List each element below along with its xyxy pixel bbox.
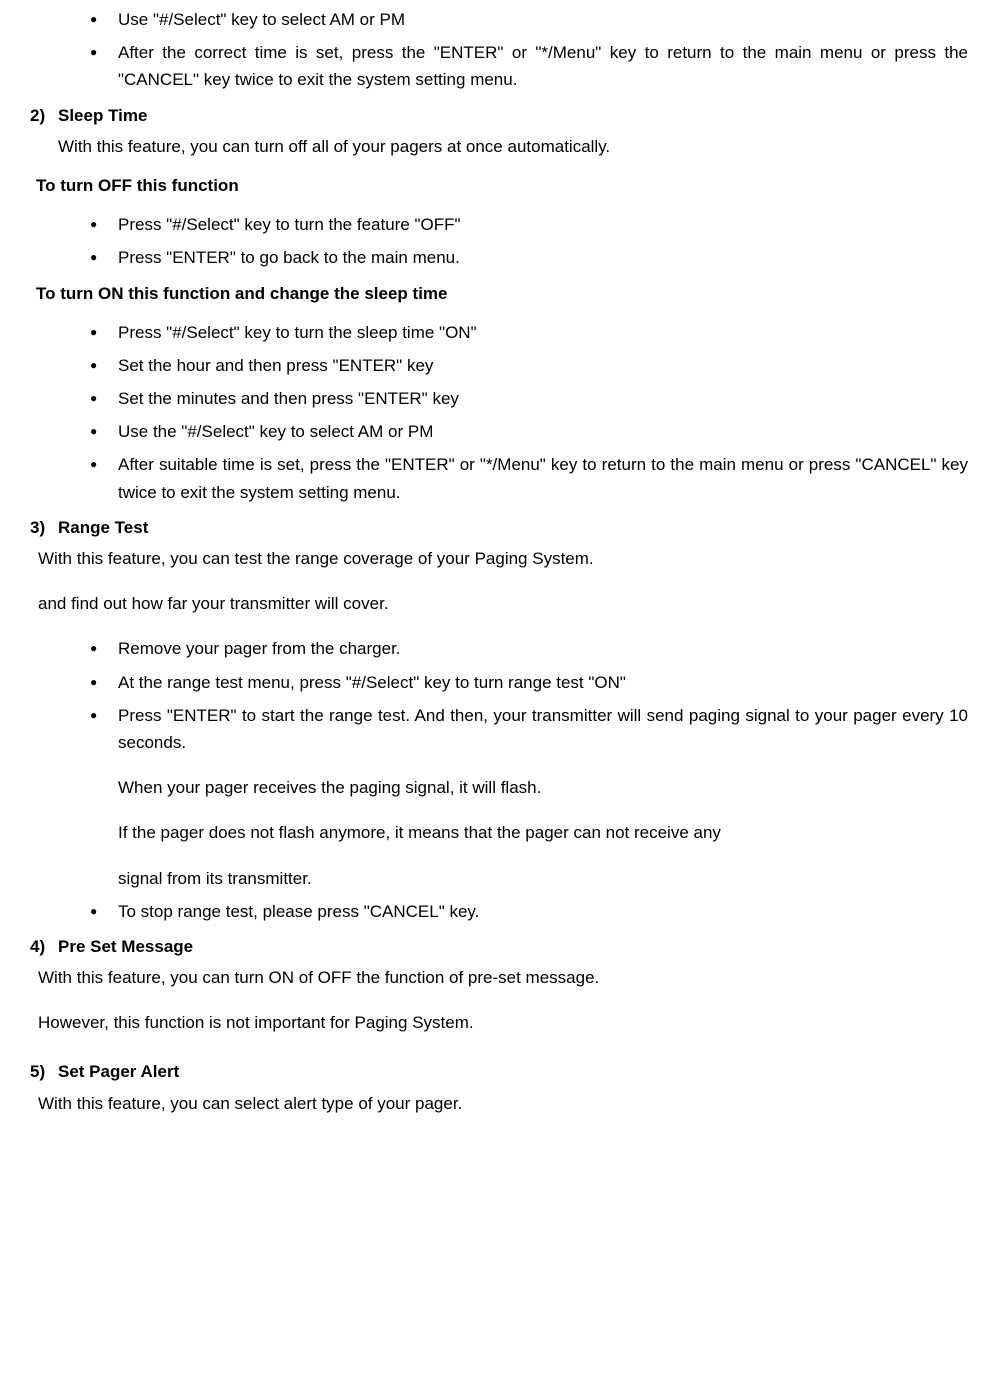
section-intro: With this feature, you can select alert … bbox=[38, 1090, 968, 1117]
range-test-bullet-list: Remove your pager from the charger. At t… bbox=[30, 635, 968, 925]
document-page: Use "#/Select" key to select AM or PM Af… bbox=[0, 6, 998, 1151]
section-number: 4) bbox=[30, 933, 58, 960]
section-title: Pre Set Message bbox=[58, 937, 193, 956]
section-title: Set Pager Alert bbox=[58, 1062, 179, 1081]
list-item: Set the minutes and then press "ENTER" k… bbox=[90, 385, 968, 412]
list-item: Remove your pager from the charger. bbox=[90, 635, 968, 662]
list-item-extra: signal from its transmitter. bbox=[118, 865, 968, 892]
section-intro: However, this function is not important … bbox=[38, 1009, 968, 1036]
section-intro: With this feature, you can test the rang… bbox=[38, 545, 968, 572]
top-bullet-list: Use "#/Select" key to select AM or PM Af… bbox=[30, 6, 968, 94]
section-heading-preset-message: 4)Pre Set Message bbox=[30, 933, 968, 960]
section-title: Sleep Time bbox=[58, 106, 147, 125]
list-item-extra: If the pager does not flash anymore, it … bbox=[118, 819, 968, 846]
turn-off-bullet-list: Press "#/Select" key to turn the feature… bbox=[30, 211, 968, 271]
list-item: To stop range test, please press "CANCEL… bbox=[90, 898, 968, 925]
list-item: After the correct time is set, press the… bbox=[90, 39, 968, 93]
subheading-turn-on: To turn ON this function and change the … bbox=[36, 280, 968, 307]
list-item: Press "#/Select" key to turn the feature… bbox=[90, 211, 968, 238]
list-item: Set the hour and then press "ENTER" key bbox=[90, 352, 968, 379]
list-item: Use "#/Select" key to select AM or PM bbox=[90, 6, 968, 33]
section-intro: With this feature, you can turn ON of OF… bbox=[38, 964, 968, 991]
section-heading-range-test: 3)Range Test bbox=[30, 514, 968, 541]
section-intro: and find out how far your transmitter wi… bbox=[38, 590, 968, 617]
list-item: Press "#/Select" key to turn the sleep t… bbox=[90, 319, 968, 346]
list-item-text: Press "ENTER" to start the range test. A… bbox=[118, 706, 968, 752]
section-intro: With this feature, you can turn off all … bbox=[58, 133, 968, 160]
list-item: After suitable time is set, press the "E… bbox=[90, 451, 968, 505]
list-item: Press "ENTER" to start the range test. A… bbox=[90, 702, 968, 892]
list-item: At the range test menu, press "#/Select"… bbox=[90, 669, 968, 696]
section-number: 5) bbox=[30, 1058, 58, 1085]
section-title: Range Test bbox=[58, 518, 148, 537]
turn-on-bullet-list: Press "#/Select" key to turn the sleep t… bbox=[30, 319, 968, 506]
section-heading-sleep-time: 2)Sleep Time bbox=[30, 102, 968, 129]
list-item-extra: When your pager receives the paging sign… bbox=[118, 774, 968, 801]
subheading-turn-off: To turn OFF this function bbox=[36, 172, 968, 199]
list-item: Use the "#/Select" key to select AM or P… bbox=[90, 418, 968, 445]
list-item: Press "ENTER" to go back to the main men… bbox=[90, 244, 968, 271]
section-heading-set-pager-alert: 5)Set Pager Alert bbox=[30, 1058, 968, 1085]
section-number: 2) bbox=[30, 102, 58, 129]
section-number: 3) bbox=[30, 514, 58, 541]
